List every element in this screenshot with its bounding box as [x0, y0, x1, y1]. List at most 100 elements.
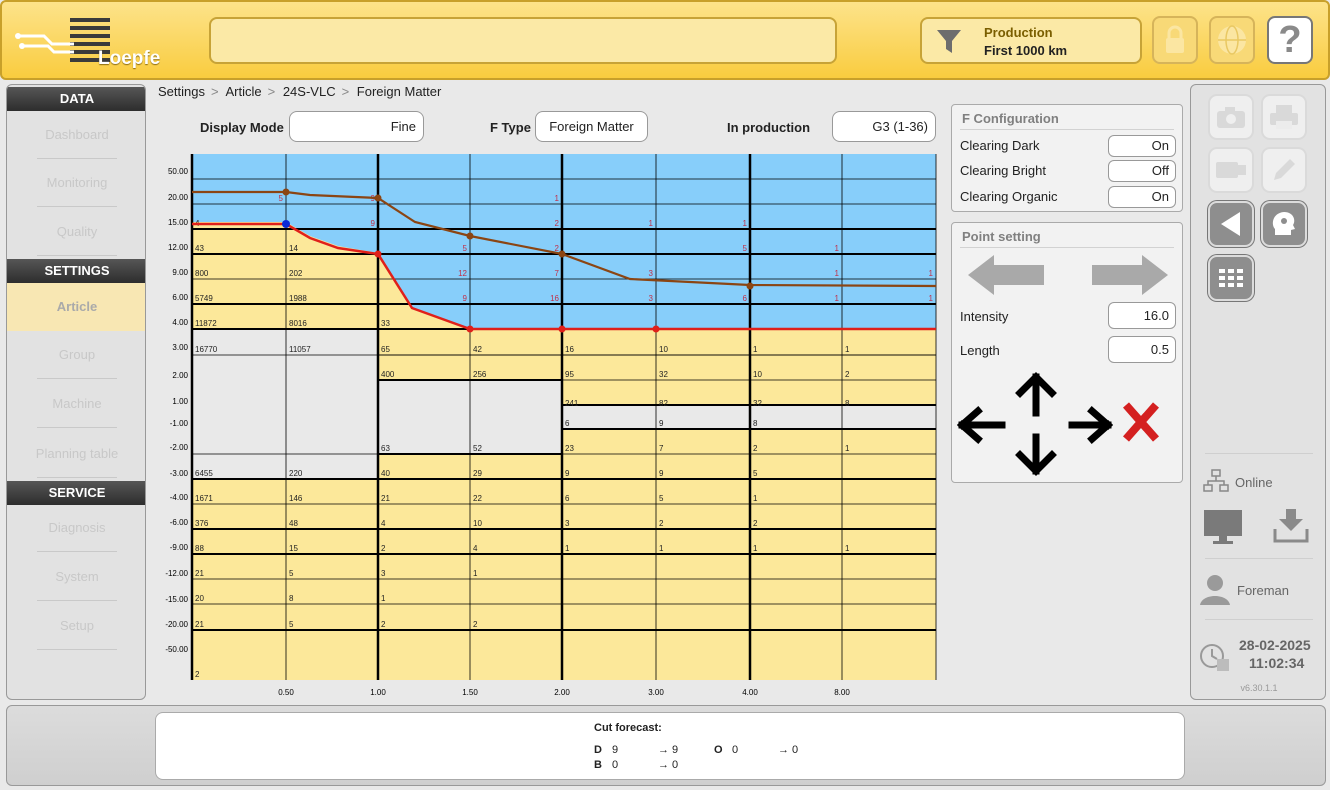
- y-tick-label: 9.00: [172, 268, 188, 277]
- count-zone-positive: [842, 329, 936, 405]
- y-tick-label: 3.00: [172, 343, 188, 352]
- toolbar-divider: [1205, 453, 1313, 454]
- count-value: 2: [195, 670, 200, 679]
- count-value: 43: [195, 244, 204, 253]
- cut-count-value: 3: [649, 269, 654, 278]
- triangle-left-icon: [1221, 212, 1240, 236]
- sidebar-item-machine[interactable]: Machine: [7, 380, 145, 428]
- count-value: 42: [473, 345, 482, 354]
- y-tick-label: -50.00: [165, 645, 188, 654]
- count-value: 241: [565, 399, 579, 408]
- count-value: 220: [289, 469, 303, 478]
- panel-divider: [960, 129, 1174, 130]
- print-button[interactable]: [1261, 94, 1307, 140]
- intensity-input[interactable]: 16.0: [1108, 302, 1176, 329]
- length-input[interactable]: 0.5: [1108, 336, 1176, 363]
- user-icon: [1200, 575, 1230, 605]
- curve-point-brown: [282, 188, 290, 196]
- in-production-select[interactable]: G3 (1-36): [832, 111, 936, 142]
- point-setting-panel: Point setting Intensity 16.0 Length 0.5: [951, 222, 1183, 483]
- breadcrumb-separator-icon: >: [341, 84, 350, 99]
- display-mode-select[interactable]: Fine: [289, 111, 424, 142]
- count-value: 10: [659, 345, 668, 354]
- breadcrumb-article-name[interactable]: 24S-VLC: [283, 84, 336, 99]
- display-mode-label: Display Mode: [200, 120, 284, 135]
- sidebar-item-setup[interactable]: Setup: [7, 602, 145, 650]
- cut-count-value: 1: [835, 294, 840, 303]
- language-button[interactable]: [1209, 16, 1255, 64]
- clearing-dark-toggle[interactable]: On: [1108, 135, 1176, 157]
- arrow-right-icon[interactable]: [1068, 406, 1113, 444]
- f-configuration-title: F Configuration: [962, 111, 1059, 126]
- count-value: 1: [753, 544, 758, 553]
- sidebar-item-planning-table[interactable]: Planning table: [7, 430, 145, 478]
- count-value: 2: [753, 444, 758, 453]
- edit-button[interactable]: [1261, 147, 1307, 193]
- globe-icon: [1218, 25, 1246, 55]
- sidebar-item-diagnosis[interactable]: Diagnosis: [7, 504, 145, 552]
- cut-count-value: 5: [743, 244, 748, 253]
- sidebar-item-article[interactable]: Article: [7, 283, 145, 331]
- clearing-bright-toggle[interactable]: Off: [1108, 160, 1176, 182]
- screenshot-button[interactable]: [1208, 94, 1254, 140]
- sidebar-item-quality[interactable]: Quality: [7, 208, 145, 256]
- count-value: 9: [659, 469, 664, 478]
- count-value: 88: [195, 544, 204, 553]
- usb-export-button[interactable]: [1208, 147, 1254, 193]
- cut-count-value: 6: [743, 294, 748, 303]
- cut-count-value: 7: [555, 269, 560, 278]
- count-value: 146: [289, 494, 303, 503]
- panel-divider: [960, 247, 1174, 248]
- menu-grid-button[interactable]: [1208, 255, 1254, 301]
- count-value: 256: [473, 370, 487, 379]
- count-value: 1: [845, 345, 850, 354]
- breadcrumb-article[interactable]: Article: [225, 84, 261, 99]
- sidebar-item-group[interactable]: Group: [7, 331, 145, 379]
- clearing-bright-label: Clearing Bright: [960, 163, 1046, 178]
- count-value: 15: [289, 544, 298, 553]
- user-role: Foreman: [1237, 583, 1290, 598]
- count-value: 202: [289, 269, 303, 278]
- footer-bar: Cut forecast: D 9 → 9 O 0 → 0 B 0 → 0: [6, 705, 1326, 786]
- production-selector[interactable]: Production First 1000 km: [920, 17, 1142, 64]
- breadcrumb-settings[interactable]: Settings: [158, 84, 205, 99]
- y-tick-label: -3.00: [170, 469, 189, 478]
- forecast-d-value: 9: [612, 744, 619, 756]
- y-tick-label: -2.00: [170, 443, 189, 452]
- help-button[interactable]: ?: [1267, 16, 1313, 64]
- curve-point-brown: [466, 232, 474, 240]
- assistant-button[interactable]: [1261, 201, 1307, 247]
- version-label: v6.30.1.1: [1240, 683, 1278, 693]
- arrow-left-icon[interactable]: [957, 406, 1006, 444]
- back-button[interactable]: [1208, 201, 1254, 247]
- usb-icon: [1216, 162, 1246, 178]
- sidebar-item-system[interactable]: System: [7, 553, 145, 601]
- sidebar-item-monitoring[interactable]: Monitoring: [7, 159, 145, 207]
- ftype-select[interactable]: Foreign Matter: [535, 111, 648, 142]
- breadcrumb-separator-icon: >: [267, 84, 276, 99]
- count-zone-positive: [656, 329, 750, 405]
- lock-button[interactable]: [1152, 16, 1198, 64]
- count-value: 3: [381, 569, 386, 578]
- count-value: 52: [473, 444, 482, 453]
- arrow-down-icon[interactable]: [1015, 433, 1057, 476]
- count-value: 1: [845, 444, 850, 453]
- previous-point-button[interactable]: [966, 253, 1046, 297]
- arrow-up-icon[interactable]: [1015, 372, 1057, 417]
- count-zone-positive: [750, 329, 842, 405]
- count-value: 1: [845, 544, 850, 553]
- sidebar-item-dashboard[interactable]: Dashboard: [7, 111, 145, 159]
- download-icon[interactable]: [1273, 507, 1309, 543]
- cut-count-value: 1: [929, 294, 934, 303]
- delete-point-icon[interactable]: [1123, 402, 1159, 442]
- x-tick-label: 3.00: [648, 688, 664, 695]
- camera-icon: [1217, 107, 1245, 128]
- next-point-button[interactable]: [1090, 253, 1170, 297]
- clearing-organic-toggle[interactable]: On: [1108, 186, 1176, 208]
- count-value: 10: [473, 519, 482, 528]
- clearing-dark-label: Clearing Dark: [960, 138, 1040, 153]
- y-tick-label: 12.00: [168, 243, 189, 252]
- cut-count-value: 1: [929, 269, 934, 278]
- foreign-matter-classification-chart[interactable]: 50.0020.0015.0012.009.006.004.003.002.00…: [150, 150, 940, 695]
- count-value: 9: [659, 419, 664, 428]
